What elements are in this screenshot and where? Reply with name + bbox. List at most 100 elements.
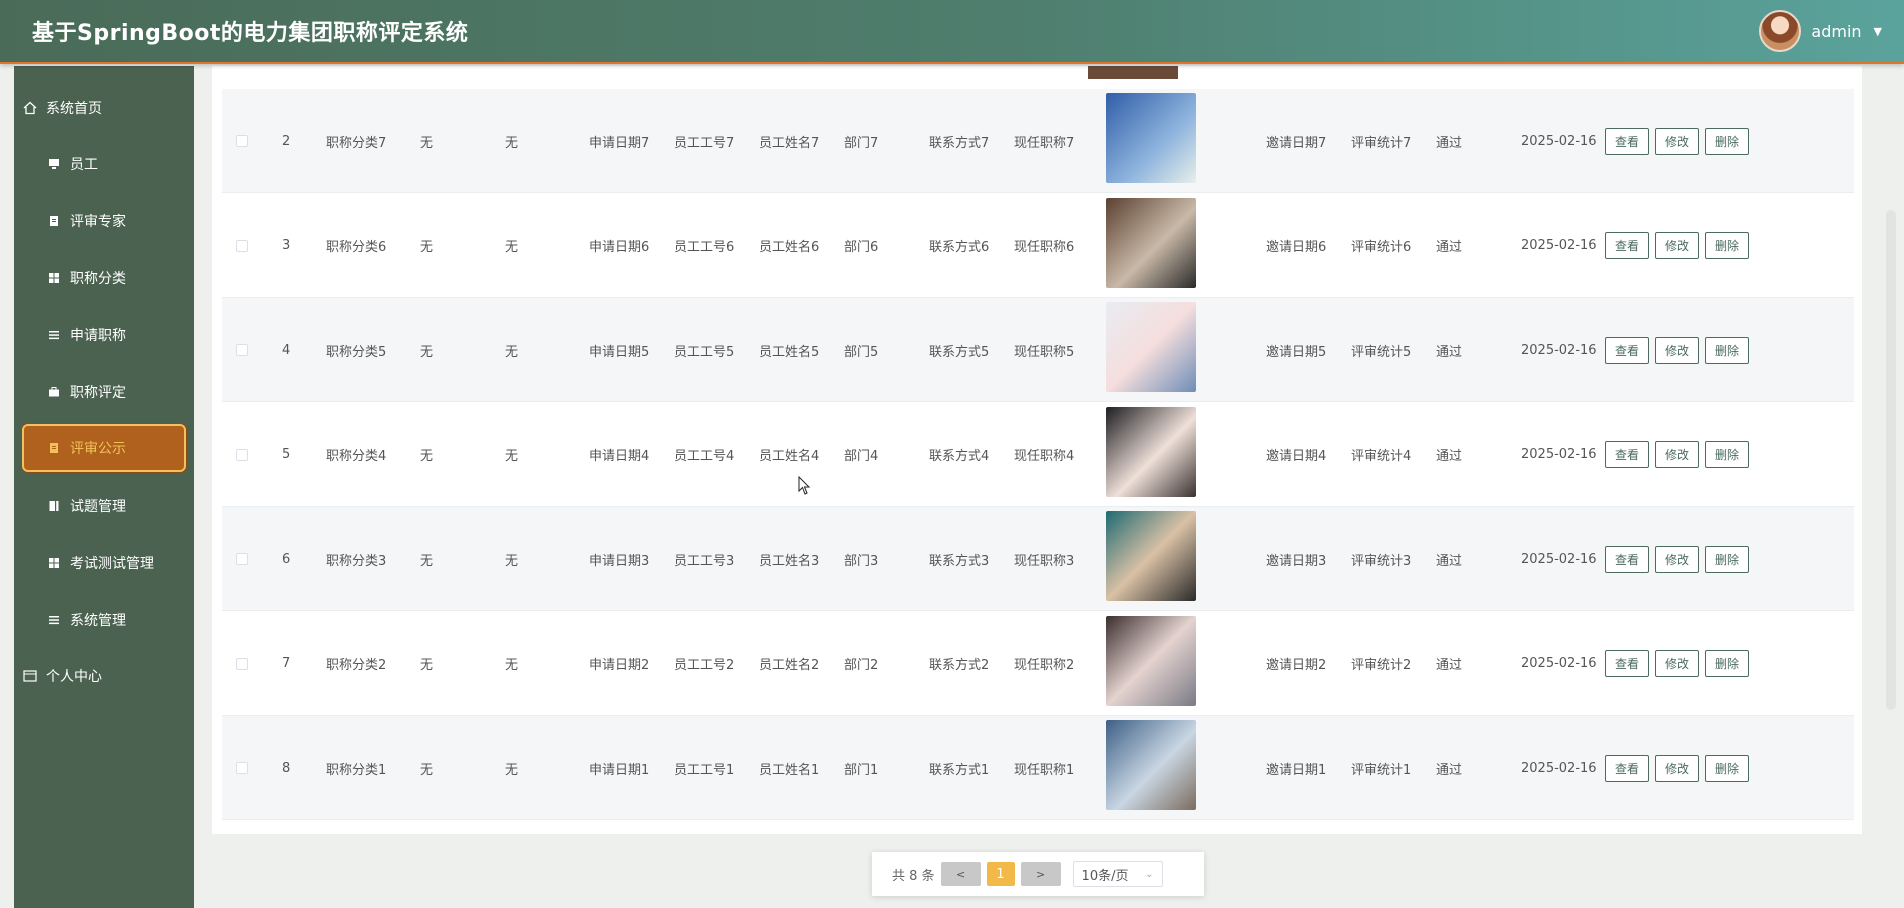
edit-button[interactable]: 修改: [1655, 754, 1700, 782]
edit-button[interactable]: 修改: [1655, 545, 1700, 573]
sidebar-item-question-management[interactable]: 试题管理: [22, 482, 186, 530]
edit-button[interactable]: 修改: [1655, 441, 1700, 468]
cell-invite-date: 邀请日期5: [1266, 344, 1327, 360]
cell-stats: 评审统计3: [1351, 553, 1412, 569]
cell-category: 职称分类3: [326, 553, 387, 569]
delete-button[interactable]: 删除: [1705, 441, 1750, 468]
sidebar-item-exam-management[interactable]: 考试测试管理: [22, 539, 186, 587]
table-row: 8 职称分类1 无 无 申请日期1 员工工号1 员工姓名1 部门1 联系方式1 现任职称1 邀请日期…: [222, 716, 1854, 820]
avatar[interactable]: [1759, 10, 1802, 52]
sidebar-item-personal-center[interactable]: 个人中心: [22, 652, 186, 700]
row-checkbox[interactable]: [236, 135, 248, 147]
briefcase-icon: [46, 384, 62, 400]
cell-index: 4: [282, 342, 291, 358]
page-number-button[interactable]: 1: [986, 862, 1015, 886]
view-button[interactable]: 查看: [1605, 754, 1650, 782]
view-button[interactable]: 查看: [1605, 232, 1650, 259]
sidebar-item-title-category[interactable]: 职称分类: [22, 254, 186, 302]
caret-down-icon[interactable]: ▼: [1874, 25, 1882, 38]
cell-apply-date: 申请日期5: [589, 344, 650, 360]
view-button[interactable]: 查看: [1605, 336, 1650, 364]
grid-icon: [46, 555, 62, 571]
sidebar-item-apply-title[interactable]: 申请职称: [22, 311, 186, 359]
edit-button[interactable]: 修改: [1655, 232, 1700, 259]
sidebar-item-system-management[interactable]: 系统管理: [22, 596, 186, 644]
employee-photo: [1106, 302, 1196, 392]
view-button[interactable]: 查看: [1605, 127, 1650, 155]
cell-status: 通过: [1436, 449, 1463, 464]
cell-emp-name: 员工姓名2: [759, 658, 820, 673]
cell-emp-name: 员工姓名5: [759, 344, 820, 360]
cell-emp-no: 员工工号6: [674, 240, 735, 255]
view-button[interactable]: 查看: [1605, 441, 1650, 468]
total-count: 共 8 条: [892, 868, 935, 884]
row-select-cell: [236, 612, 248, 716]
cell-contact: 联系方式3: [929, 553, 990, 569]
cell-current-title: 现任职称2: [1014, 658, 1075, 673]
cell-contact: 联系方式4: [929, 449, 990, 464]
home-icon: [22, 100, 38, 116]
edit-button[interactable]: 修改: [1655, 650, 1700, 677]
cell-date: 2025-02-16: [1521, 342, 1597, 358]
cell-category: 职称分类5: [326, 344, 387, 360]
edit-button[interactable]: 修改: [1655, 336, 1700, 364]
cell-dept: 部门4: [844, 449, 879, 464]
next-page-button[interactable]: >: [1020, 862, 1061, 886]
row-actions: 查看 修改 删除: [1605, 194, 1755, 298]
row-select-cell: [236, 716, 248, 820]
sidebar-item-label: 系统管理: [70, 613, 126, 629]
cell-current-title: 现任职称4: [1014, 449, 1075, 464]
cell-stats: 评审统计6: [1351, 240, 1412, 255]
cell-apply-date: 申请日期3: [589, 553, 650, 569]
delete-button[interactable]: 删除: [1705, 754, 1750, 782]
scrollbar[interactable]: [1886, 210, 1896, 710]
delete-button[interactable]: 删除: [1705, 545, 1750, 573]
cell-invite-date: 邀请日期4: [1266, 449, 1327, 464]
cell-b: 无: [505, 449, 519, 464]
app-title: 基于SpringBoot的电力集团职称评定系统: [32, 21, 469, 46]
row-checkbox[interactable]: [236, 448, 248, 461]
delete-button[interactable]: 删除: [1705, 232, 1750, 259]
view-button[interactable]: 查看: [1605, 650, 1650, 677]
row-checkbox[interactable]: [236, 553, 248, 565]
sidebar-item-label: 系统首页: [46, 101, 102, 117]
top-header: 基于SpringBoot的电力集团职称评定系统 admin ▼: [0, 0, 1904, 64]
delete-button[interactable]: 删除: [1705, 650, 1750, 677]
employee-photo: [1106, 197, 1196, 288]
cell-date: 2025-02-16: [1521, 551, 1597, 567]
list-icon: [46, 327, 62, 343]
row-checkbox[interactable]: [236, 344, 248, 356]
edit-button[interactable]: 修改: [1655, 127, 1700, 155]
sidebar-item-review-publicity[interactable]: 评审公示: [22, 424, 186, 472]
cell-contact: 联系方式1: [929, 762, 990, 778]
row-checkbox[interactable]: [236, 239, 248, 252]
sidebar-item-title-evaluation[interactable]: 职称评定: [22, 368, 186, 416]
row-checkbox[interactable]: [236, 657, 248, 670]
delete-button[interactable]: 删除: [1705, 336, 1750, 364]
username[interactable]: admin: [1811, 22, 1861, 41]
cell-a: 无: [420, 344, 434, 360]
cell-current-title: 现任职称1: [1014, 762, 1075, 778]
user-menu[interactable]: admin ▼: [1759, 10, 1882, 52]
page-size-select[interactable]: 10条/页 ⌄: [1072, 861, 1163, 887]
row-actions: 查看 修改 删除: [1605, 612, 1755, 716]
sidebar-item-home[interactable]: 系统首页: [22, 84, 186, 132]
cell-stats: 评审统计5: [1351, 344, 1412, 360]
table-row: 4 职称分类5 无 无 申请日期5 员工工号5 员工姓名5 部门5 联系方式5 现任职称5 邀请日期…: [222, 298, 1854, 402]
cell-date: 2025-02-16: [1521, 238, 1597, 253]
delete-button[interactable]: 删除: [1705, 127, 1750, 155]
sidebar-item-label: 评审专家: [70, 214, 126, 230]
cell-b: 无: [505, 344, 519, 360]
sidebar-item-label: 试题管理: [70, 499, 126, 515]
sidebar: 系统首页 员工 评审专家 职称分类 申请职称 职称评定 评审公示 试题管理 考试…: [14, 66, 194, 908]
cell-b: 无: [505, 762, 519, 778]
row-actions: 查看 修改 删除: [1605, 298, 1755, 402]
row-checkbox[interactable]: [236, 762, 248, 774]
sidebar-item-employee[interactable]: 员工: [22, 140, 186, 188]
sidebar-item-experts[interactable]: 评审专家: [22, 197, 186, 245]
view-button[interactable]: 查看: [1605, 545, 1650, 573]
cell-index: 8: [282, 760, 291, 776]
prev-page-button[interactable]: <: [940, 862, 981, 886]
cell-dept: 部门5: [844, 344, 879, 360]
cell-current-title: 现任职称5: [1014, 344, 1075, 360]
